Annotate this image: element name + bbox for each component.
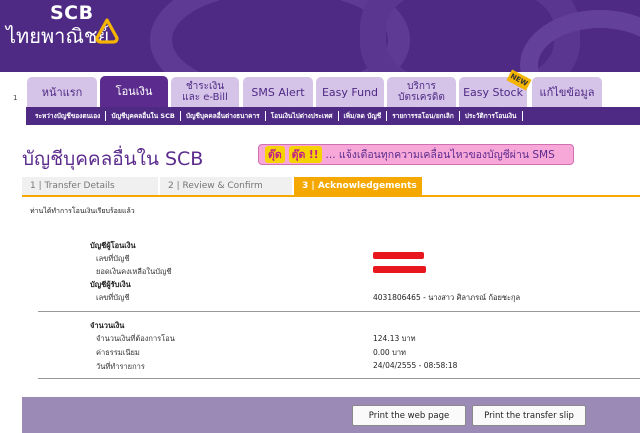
redacted-balance (373, 266, 426, 273)
transfer-amount-label: จำนวนเงินที่ต้องการโอน (96, 334, 175, 343)
to-account-number-value: 4031806465 - นางสาว ศิลาภรณ์ ก้อยชะกุล (373, 293, 521, 302)
tab-label: หน้าแรก (41, 85, 83, 99)
tab-label-line1: บริการ (407, 81, 436, 92)
redacted-account-number (373, 252, 424, 259)
step-review-confirm: 2 | Review & Confirm (160, 177, 292, 195)
date-value: 24/04/2555 - 08:58:18 (373, 361, 458, 370)
scb-logo-icon[interactable] (94, 18, 120, 44)
promo-badge: ตุ๊ด !! (288, 146, 322, 163)
tab-label: แก้ไขข้อมูล (539, 85, 595, 99)
to-account-number-label: เลขที่บัญชี (96, 293, 130, 302)
page-title: บัญชีบุคคลอื่นใน SCB (22, 148, 204, 170)
tab-label-line2: และ e-Bill (182, 92, 228, 103)
tab-label-line2: บัตรเครดิต (398, 92, 445, 103)
steps-underline (22, 195, 640, 197)
promo-badge: ตุ๊ด (265, 146, 285, 163)
subnav-history[interactable]: ประวัติการโอนเงิน (460, 111, 523, 121)
tab-label: Easy Stock (463, 85, 523, 99)
progress-steps: 1 | Transfer Details 2 | Review & Confir… (22, 177, 640, 195)
subnav-manage-accounts[interactable]: เพิ่ม/ลด บัญชี (339, 111, 388, 121)
subnav-other-scb[interactable]: บัญชีบุคคลอื่นใน SCB (106, 111, 181, 121)
tab-label: SMS Alert (251, 85, 305, 99)
date-label: วันที่ทำรายการ (96, 362, 145, 371)
subnav-international[interactable]: โอนเงินไปต่างประเทศ (266, 111, 339, 121)
success-message: ท่านได้ทำการโอนเงินเรียบร้อยแล้ว (30, 207, 135, 215)
tab-home[interactable]: หน้าแรก (27, 77, 97, 107)
subnav-other-bank[interactable]: บัญชีบุคคลอื่นต่างธนาคาร (181, 111, 266, 121)
balance-label: ยอดเงินคงเหลือในบัญชี (96, 267, 172, 276)
from-account-heading: บัญชีผู้โอนเงิน (90, 241, 136, 250)
print-slip-button[interactable]: Print the transfer slip (472, 405, 586, 426)
tab-bill-payment[interactable]: ชำระเงิน และ e-Bill (171, 77, 239, 107)
site-header: SCB ไทยพาณิชย์ (0, 0, 640, 72)
from-account-number-label: เลขที่บัญชี (96, 254, 130, 263)
tab-sms-alert[interactable]: SMS Alert (243, 77, 313, 107)
tab-page-number: 1 (13, 94, 18, 102)
amount-heading: จำนวนเงิน (90, 321, 125, 330)
step-transfer-details: 1 | Transfer Details (22, 177, 158, 195)
fee-label: ค่าธรรมเนียม (96, 348, 140, 357)
fee-value: 0.00 บาท (373, 348, 406, 357)
tab-transfer[interactable]: โอนเงิน (100, 76, 168, 107)
section-divider (38, 311, 640, 312)
step-acknowledgements: 3 | Acknowledgements (294, 177, 422, 195)
promo-text: ... แจ้งเตือนทุกความเคลื่อนไหวของบัญชีผ่… (325, 149, 555, 161)
section-divider (38, 378, 640, 379)
tab-easy-fund[interactable]: Easy Fund (316, 77, 384, 107)
sub-navigation: ระหว่างบัญชีของตนเอง บัญชีบุคคลอื่นใน SC… (26, 107, 640, 125)
tab-credit-card[interactable]: บริการ บัตรเครดิต (387, 77, 456, 107)
tab-label: โอนเงิน (115, 85, 153, 98)
tab-label: Easy Fund (321, 85, 379, 99)
print-page-button[interactable]: Print the web page (352, 405, 466, 426)
transfer-amount-value: 124.13 บาท (373, 334, 416, 343)
subnav-pending[interactable]: รายการรอโอน/ยกเลิก (387, 111, 460, 121)
sms-promo-banner[interactable]: ตุ๊ด ตุ๊ด !! ... แจ้งเตือนทุกความเคลื่อน… (258, 144, 574, 165)
tab-label-line1: ชำระเงิน (185, 81, 225, 92)
subnav-own-accounts[interactable]: ระหว่างบัญชีของตนเอง (30, 111, 107, 121)
to-account-heading: บัญชีผู้รับเงิน (90, 280, 131, 289)
tab-edit-profile[interactable]: แก้ไขข้อมูล (532, 77, 602, 107)
